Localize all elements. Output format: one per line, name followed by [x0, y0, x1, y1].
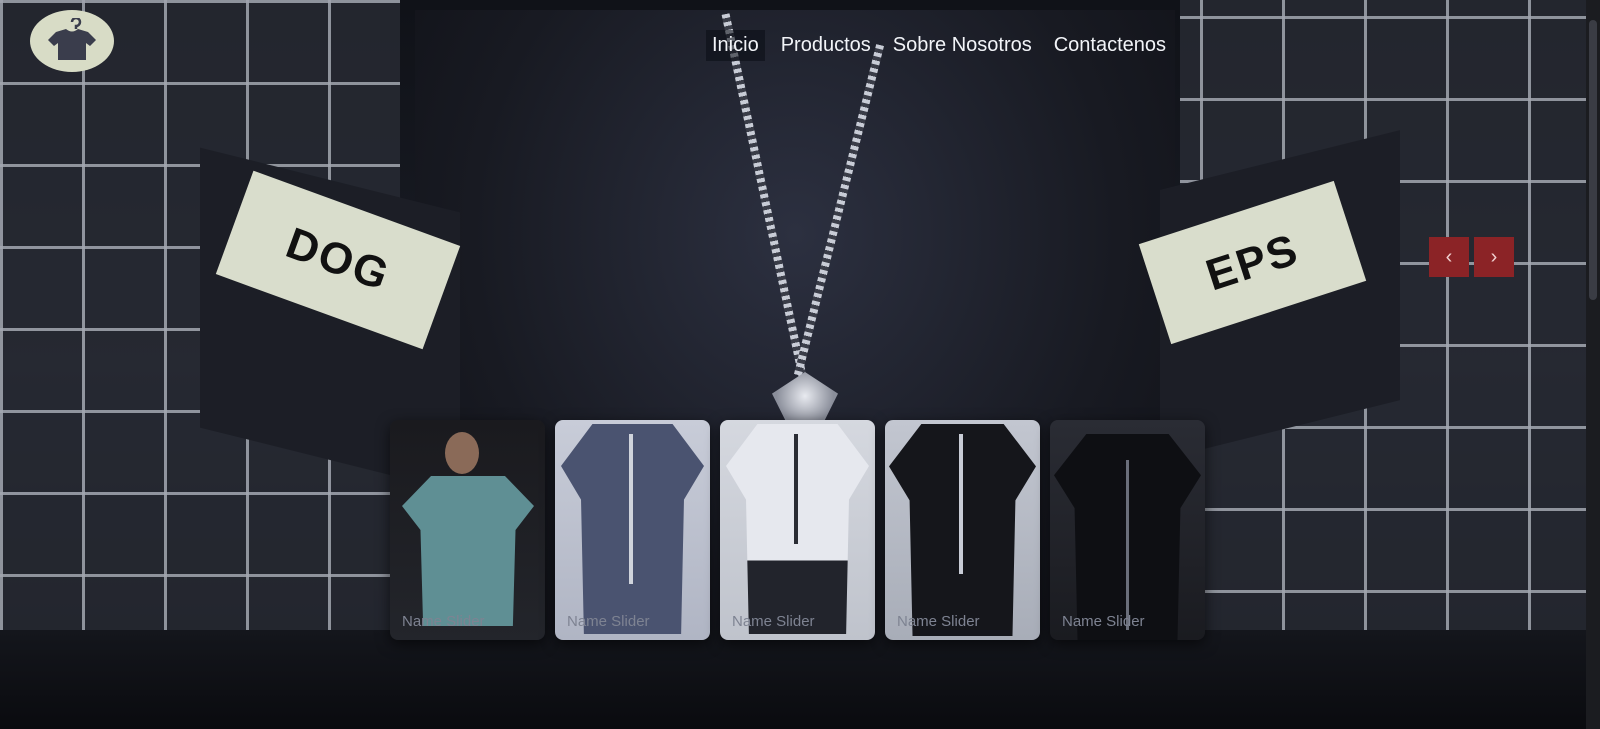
thumb-necklace: [629, 434, 633, 584]
nav-item-productos[interactable]: Productos: [775, 30, 877, 61]
thumb-model-head: [445, 432, 479, 474]
thumb-caption: Name Slider: [1062, 613, 1145, 630]
thumb-caption: Name Slider: [402, 613, 485, 630]
slider-thumb-1[interactable]: Name Slider: [390, 420, 545, 640]
slider-prev-button[interactable]: ‹: [1429, 237, 1469, 277]
sleeve-band-right-text: EPS: [1200, 224, 1305, 300]
nav-item-contactenos[interactable]: Contactenos: [1048, 30, 1172, 61]
brand-logo[interactable]: [30, 10, 114, 72]
chevron-right-icon: ›: [1490, 245, 1498, 268]
slider-thumb-4[interactable]: Name Slider: [885, 420, 1040, 640]
thumb-caption: Name Slider: [897, 613, 980, 630]
nav-item-sobre-nosotros[interactable]: Sobre Nosotros: [887, 30, 1038, 61]
slider-thumbnails: Name Slider Name Slider Name Slider Name…: [390, 420, 1205, 640]
scrollbar-thumb[interactable]: [1589, 20, 1597, 300]
chevron-left-icon: ‹: [1445, 245, 1453, 268]
page-scrollbar[interactable]: [1586, 0, 1600, 729]
sleeve-band-left-text: DOG: [279, 218, 397, 301]
thumb-caption: Name Slider: [732, 613, 815, 630]
hanger-shirt-icon: [48, 18, 96, 60]
slider-next-button[interactable]: ›: [1474, 237, 1514, 277]
thumb-teal-shirt: [402, 476, 534, 626]
nav-item-inicio[interactable]: Inicio: [706, 30, 765, 61]
main-nav: Inicio Productos Sobre Nosotros Contacte…: [706, 30, 1172, 61]
slider-thumb-3[interactable]: Name Slider: [720, 420, 875, 640]
thumb-necklace: [794, 434, 798, 544]
thumb-necklace: [959, 434, 963, 574]
thumb-caption: Name Slider: [567, 613, 650, 630]
thumb-zipper: [1126, 460, 1129, 630]
hero-bottom-fade: [0, 630, 1600, 729]
slider-thumb-5[interactable]: Name Slider: [1050, 420, 1205, 640]
slider-thumb-2[interactable]: Name Slider: [555, 420, 710, 640]
